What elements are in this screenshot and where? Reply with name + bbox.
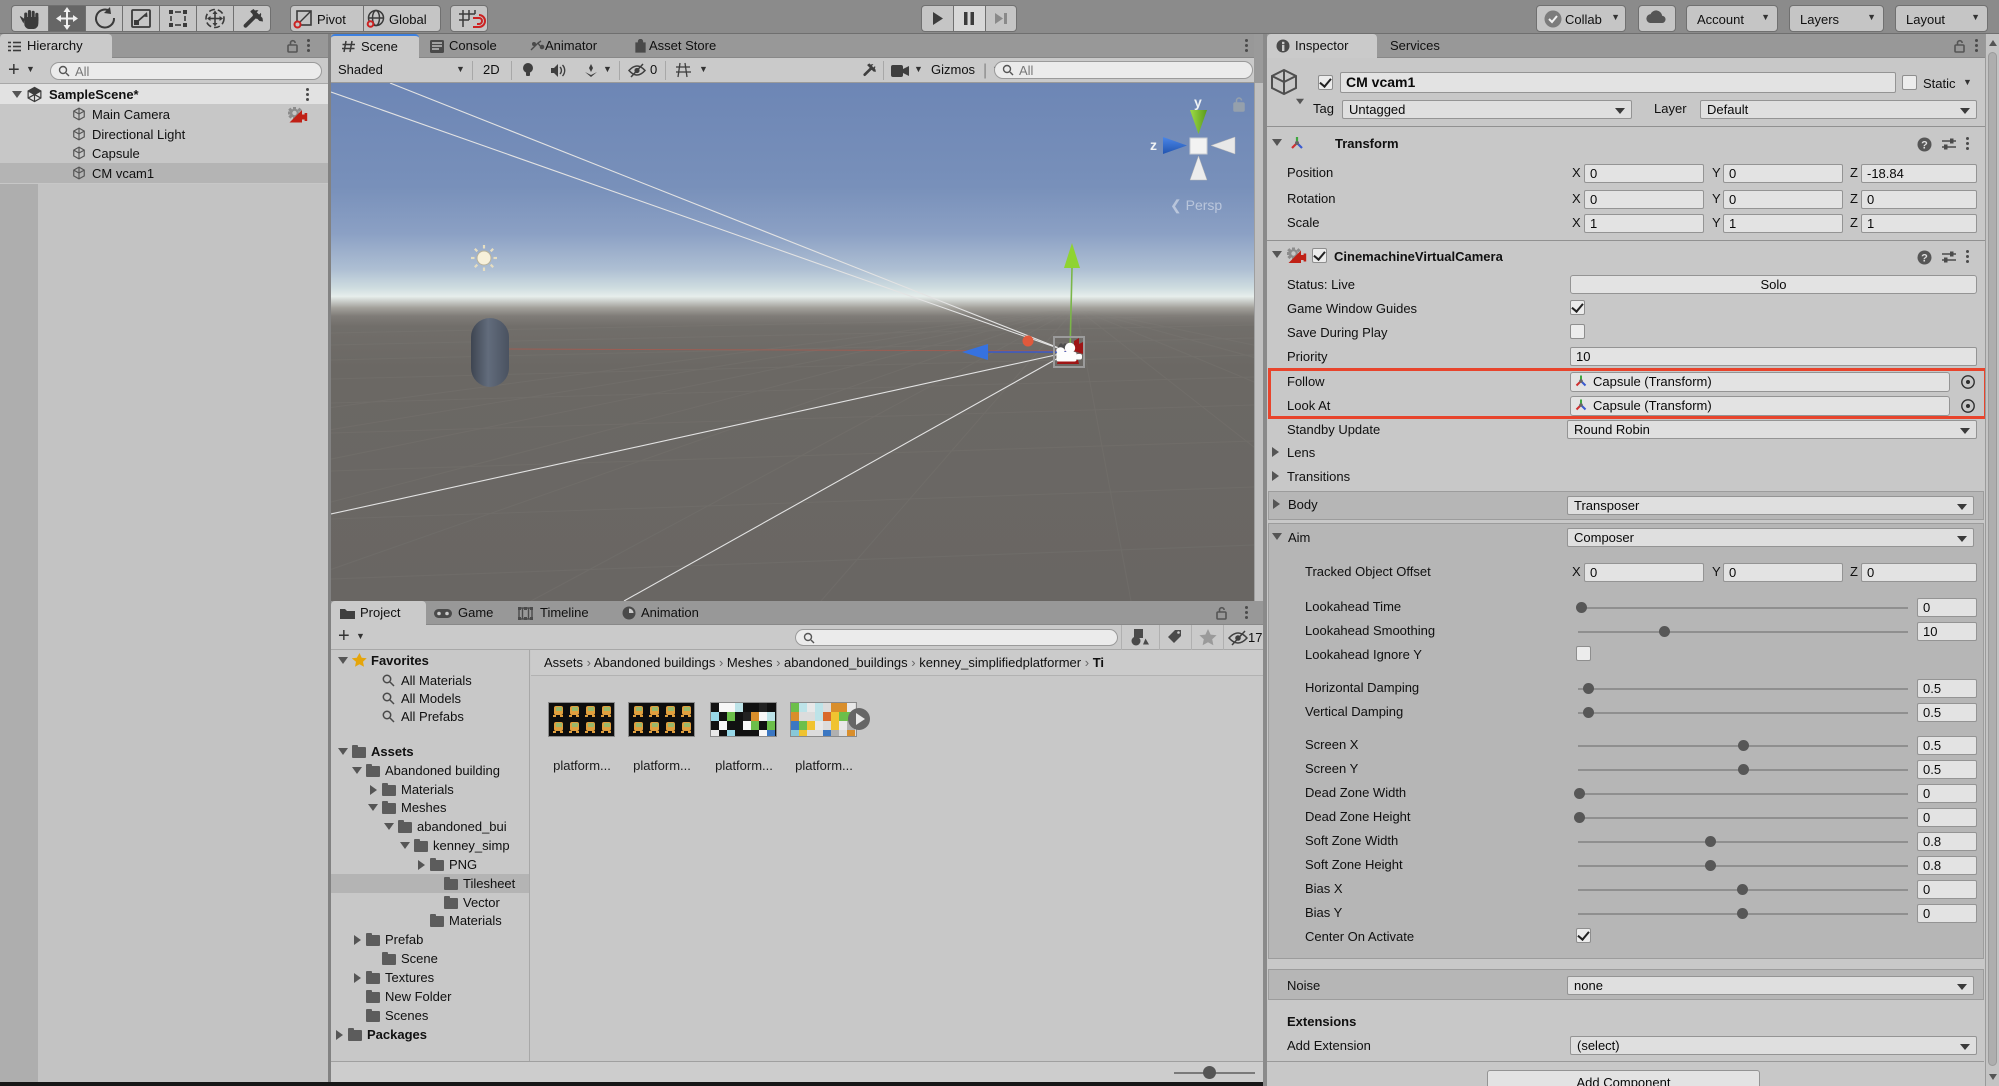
svg-text:?: ? <box>1921 253 1928 265</box>
svg-text:z: z <box>1150 137 1157 153</box>
svg-text:?: ? <box>1921 140 1928 152</box>
svg-text:❮ Persp: ❮ Persp <box>1170 197 1222 214</box>
svg-text:y: y <box>1194 94 1202 110</box>
